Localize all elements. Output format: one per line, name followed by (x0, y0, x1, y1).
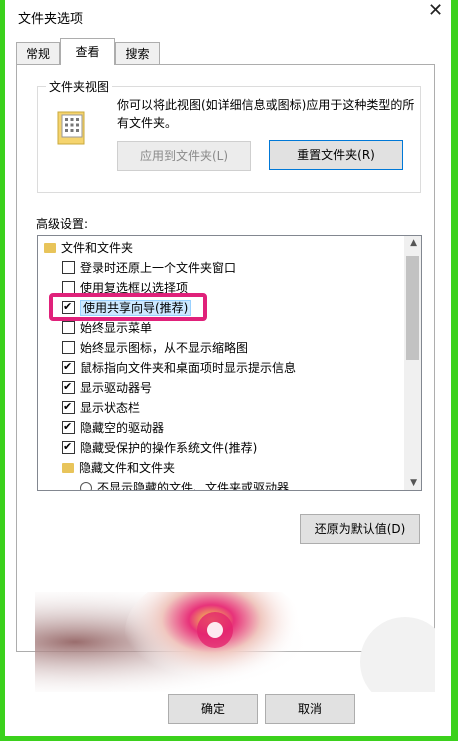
checkbox-checked[interactable] (62, 418, 75, 436)
checkbox-checked[interactable] (62, 438, 75, 456)
tab-search[interactable]: 搜索 (115, 42, 160, 64)
decorative-swirl-image (35, 592, 435, 692)
option-restore-previous-windows[interactable]: 登录时还原上一个文件夹窗口 (62, 259, 236, 277)
highlight-annotation (49, 293, 207, 321)
option-always-show-icons[interactable]: 始终显示图标，从不显示缩略图 (62, 339, 248, 357)
folder-options-dialog: 文件夹选项 ✕ 常规 查看 搜索 文件夹视图 你可以将此视图(如详细信息或图标)… (5, 0, 451, 736)
close-icon[interactable]: ✕ (428, 0, 443, 21)
radio-button[interactable] (80, 482, 92, 490)
folder-view-icon (57, 111, 85, 145)
option-hide-protected-os-files[interactable]: 隐藏受保护的操作系统文件(推荐) (62, 438, 257, 457)
folder-views-description: 你可以将此视图(如详细信息或图标)应用于这种类型的所有文件夹。 (117, 98, 415, 130)
scroll-thumb[interactable] (406, 256, 419, 360)
checkbox-checked[interactable] (62, 378, 75, 396)
checkbox-unchecked[interactable] (62, 321, 75, 334)
option-show-drive-letters[interactable]: 显示驱动器号 (62, 378, 152, 397)
scroll-up-icon[interactable]: ▲ (410, 238, 417, 248)
tab-view[interactable]: 查看 (60, 38, 115, 65)
tree-scrollbar[interactable]: ▲ ▼ (404, 236, 421, 490)
checkbox-unchecked[interactable] (62, 261, 75, 274)
folder-icon (44, 243, 56, 253)
folder-icon (62, 463, 74, 473)
checkbox-checked[interactable] (62, 358, 75, 376)
advanced-settings-tree[interactable]: 文件和文件夹 登录时还原上一个文件夹窗口 使用复选框以选择项 使用共享向导(推荐… (37, 235, 422, 491)
tab-general[interactable]: 常规 (16, 42, 60, 64)
option-dont-show-hidden[interactable]: 不显示隐藏的文件、文件夹或驱动器 (80, 479, 289, 490)
advanced-settings-label: 高级设置: (36, 217, 89, 231)
reset-folders-button[interactable]: 重置文件夹(R) (269, 140, 403, 170)
scroll-down-icon[interactable]: ▼ (410, 478, 417, 488)
option-always-show-menus[interactable]: 始终显示菜单 (62, 319, 152, 337)
tree-folder-hidden-files[interactable]: 隐藏文件和文件夹 (62, 459, 175, 477)
ok-button[interactable]: 确定 (168, 694, 258, 724)
cancel-button[interactable]: 取消 (265, 694, 355, 724)
option-show-status-bar[interactable]: 显示状态栏 (62, 398, 140, 417)
option-show-popup-descriptions[interactable]: 鼠标指向文件夹和桌面项时显示提示信息 (62, 358, 296, 377)
apply-to-folders-button[interactable]: 应用到文件夹(L) (117, 141, 251, 171)
tree-folder-files-and-folders[interactable]: 文件和文件夹 (44, 239, 133, 257)
window-title: 文件夹选项 (18, 12, 84, 27)
checkbox-checked[interactable] (62, 398, 75, 416)
option-hide-empty-drives[interactable]: 隐藏空的驱动器 (62, 418, 164, 437)
folder-views-legend: 文件夹视图 (46, 78, 113, 95)
restore-defaults-button[interactable]: 还原为默认值(D) (300, 514, 420, 544)
checkbox-unchecked[interactable] (62, 341, 75, 354)
